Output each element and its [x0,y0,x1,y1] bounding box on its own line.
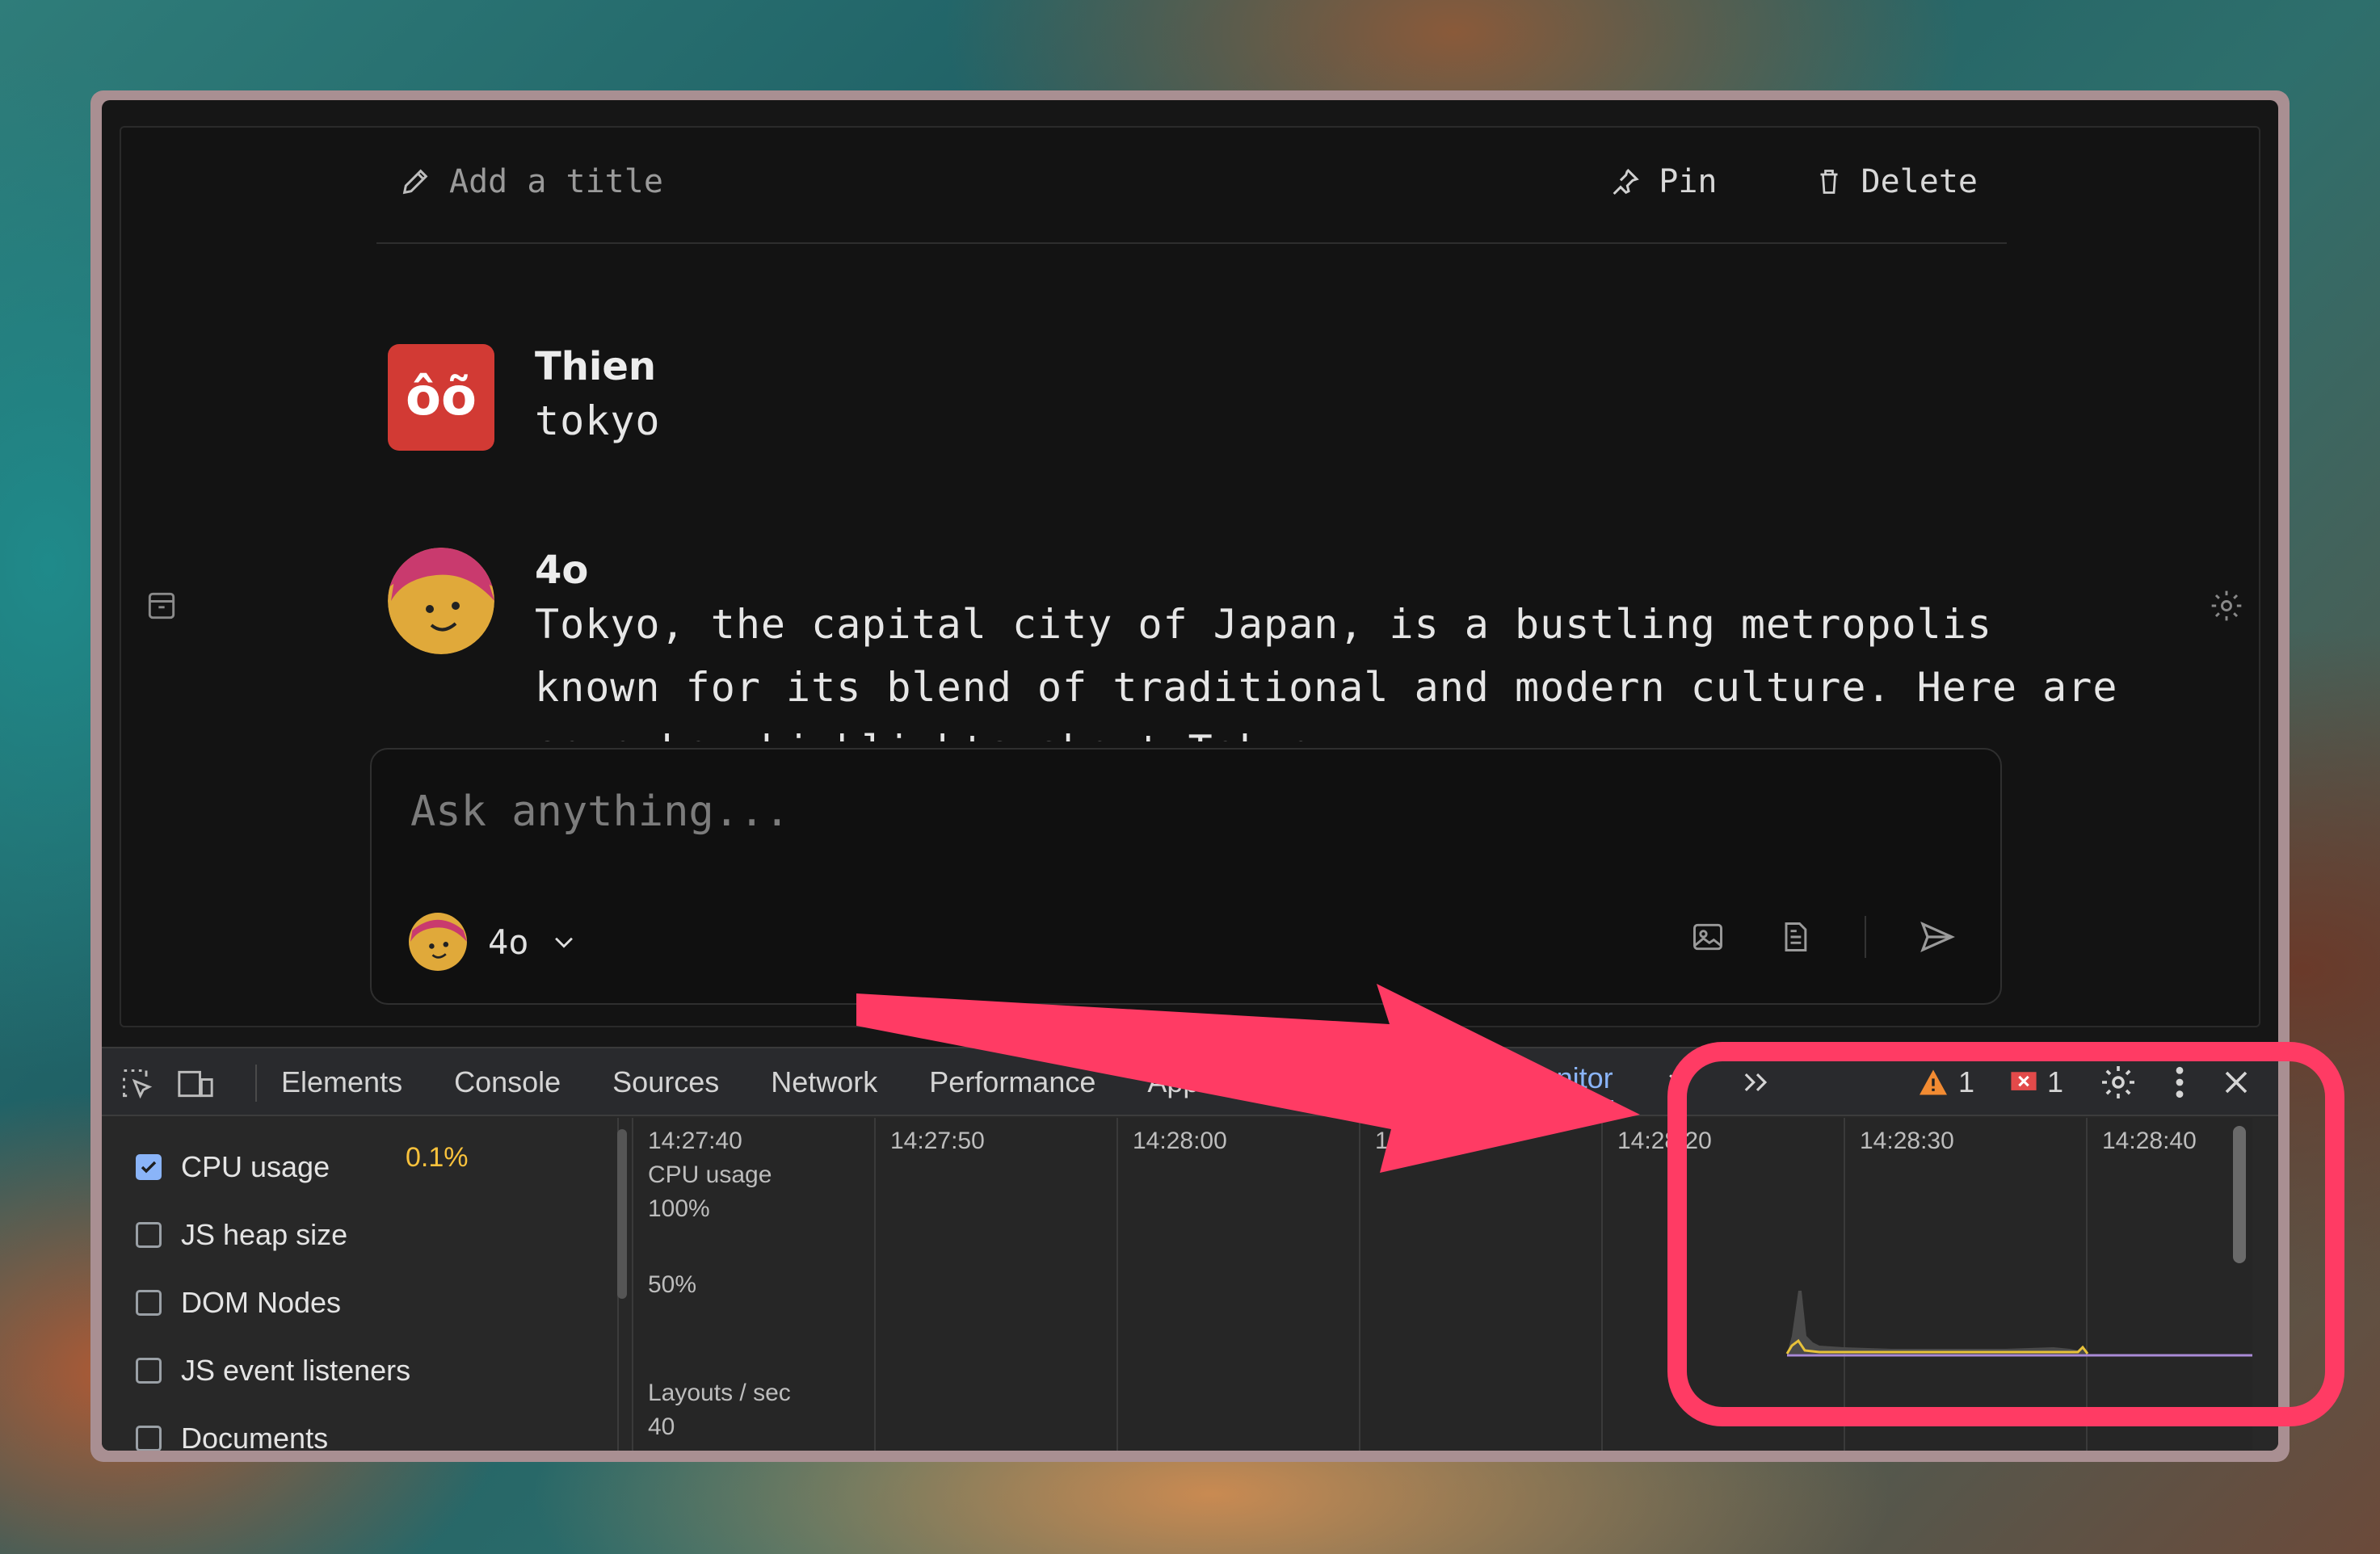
graph-scrollbar[interactable] [2233,1126,2246,1263]
dom-nodes-label: DOM Nodes [181,1286,342,1319]
pin-label: Pin [1659,163,1718,200]
settings-gear-icon[interactable] [2209,588,2244,627]
tab-performance[interactable]: Performance [929,1065,1095,1099]
metric-js-heap-size[interactable]: JS heap size [136,1218,347,1252]
model-selector[interactable]: 4o [409,913,578,971]
header-actions: Pin Delete [1608,163,1978,200]
pin-icon [1613,168,1640,195]
inspect-element-icon[interactable] [120,1066,155,1102]
assistant-name: 4o [535,548,589,593]
device-toolbar-icon[interactable] [176,1066,215,1102]
layouts-label: Layouts / sec [648,1380,791,1406]
cpu-usage-label: CPU usage [181,1150,330,1183]
devtools-settings-icon[interactable] [2099,1063,2138,1102]
pencil-icon [402,169,428,195]
assistant-line-1: Tokyo, the capital city of Japan, is a b… [535,601,1992,648]
tab-application[interactable]: Application [1147,1065,1289,1099]
ask-input[interactable] [410,783,1945,840]
js-heap-size-label: JS heap size [181,1218,348,1251]
checkmark-icon [141,1161,157,1174]
performance-graph: 14:27:40 14:27:50 14:28:00 14:28:10 14:2… [632,1118,2252,1451]
user-message-text: tokyo [535,397,661,444]
js-heap-size-checkbox[interactable] [136,1222,162,1248]
cpu-usage-trace [1785,1291,2252,1357]
metrics-list: CPU usage 0.1% JS heap size DOM Nodes JS… [102,1118,627,1451]
tab-sources[interactable]: Sources [612,1065,719,1099]
cpu-usage-value: 0.1% [406,1142,469,1173]
devtools-panel: Elements Console Sources Network Perform… [102,1047,2278,1451]
composer-actions [1690,916,1957,958]
chat-app: Add a title Pin Delete ôõ Thien tokyo 4o… [120,126,2260,1027]
errors-count: 1 [2046,1065,2063,1098]
add-title-button[interactable]: Add a title [399,163,663,200]
devtools-tabs: Elements Console Sources Network Perform… [281,1048,1773,1116]
metrics-scrollbar[interactable] [617,1129,627,1299]
delete-button[interactable]: Delete [1814,163,1978,200]
app-window: Add a title Pin Delete ôõ Thien tokyo 4o… [90,90,2290,1462]
window-content: Add a title Pin Delete ôõ Thien tokyo 4o… [102,100,2278,1451]
tab-elements[interactable]: Elements [281,1065,402,1099]
tab-console[interactable]: Console [454,1065,561,1099]
assistant-line-2: known for its blend of traditional and m… [535,664,2118,711]
dom-nodes-checkbox[interactable] [136,1290,162,1316]
devtools-right-toolbar: 1 1 [1918,1048,2251,1116]
errors-badge[interactable]: 1 [2010,1065,2063,1099]
document-upload-icon[interactable] [1777,919,1813,955]
send-icon[interactable] [1918,918,1957,956]
trash-icon [1820,170,1837,194]
pin-button[interactable]: Pin [1608,163,1718,200]
warning-icon [1919,1069,1947,1095]
metric-dom-nodes[interactable]: DOM Nodes [136,1286,341,1320]
js-event-listeners-checkbox[interactable] [136,1358,162,1384]
model-label: 4o [488,922,529,962]
kebab-menu-icon[interactable] [2173,1065,2186,1100]
metric-documents[interactable]: Documents [136,1422,328,1451]
metric-js-event-listeners[interactable]: JS event listeners [136,1354,410,1388]
delete-label: Delete [1861,163,1978,200]
chevron-down-icon [554,937,573,948]
actions-divider [1865,916,1866,958]
tab-network[interactable]: Network [771,1065,877,1099]
user-message: ôõ Thien tokyo [388,344,661,452]
more-tabs-icon[interactable] [1741,1069,1773,1096]
assistant-message-body: 4o Tokyo, the capital city of Japan, is … [535,548,2117,741]
tab-performance-monitor[interactable]: Performance monitor [1341,1061,1613,1104]
devtools-toolbar: Elements Console Sources Network Perform… [102,1048,2278,1116]
add-title-label: Add a title [449,163,663,200]
documents-label: Documents [181,1422,329,1451]
chat-header: Add a title Pin Delete [376,128,2007,244]
metric-cpu-usage[interactable]: CPU usage [136,1150,330,1184]
documents-checkbox[interactable] [136,1426,162,1451]
error-icon [2011,1072,2037,1090]
js-event-listeners-label: JS event listeners [181,1354,411,1387]
close-tab-icon[interactable] [1665,1070,1689,1094]
image-upload-icon[interactable] [1690,919,1726,955]
toolbar-separator [255,1065,257,1102]
warnings-count: 1 [1957,1065,1974,1098]
model-avatar-icon [409,913,467,971]
user-message-body: Thien tokyo [535,344,661,452]
cpu-usage-checkbox[interactable] [136,1154,162,1180]
layouts-value: 40 [648,1413,675,1440]
assistant-avatar [388,548,494,654]
assistant-line-3: some key highlights about Tokyo: [535,719,2117,741]
warnings-badge[interactable]: 1 [1918,1065,1974,1099]
user-name: Thien [535,344,657,389]
user-avatar: ôõ [388,344,494,451]
devtools-tool-icons [120,1066,215,1102]
chat-composer: 4o [370,748,2002,1005]
close-devtools-icon[interactable] [2222,1068,2251,1097]
assistant-message: 4o Tokyo, the capital city of Japan, is … [388,548,2117,741]
archive-icon[interactable] [144,588,179,627]
